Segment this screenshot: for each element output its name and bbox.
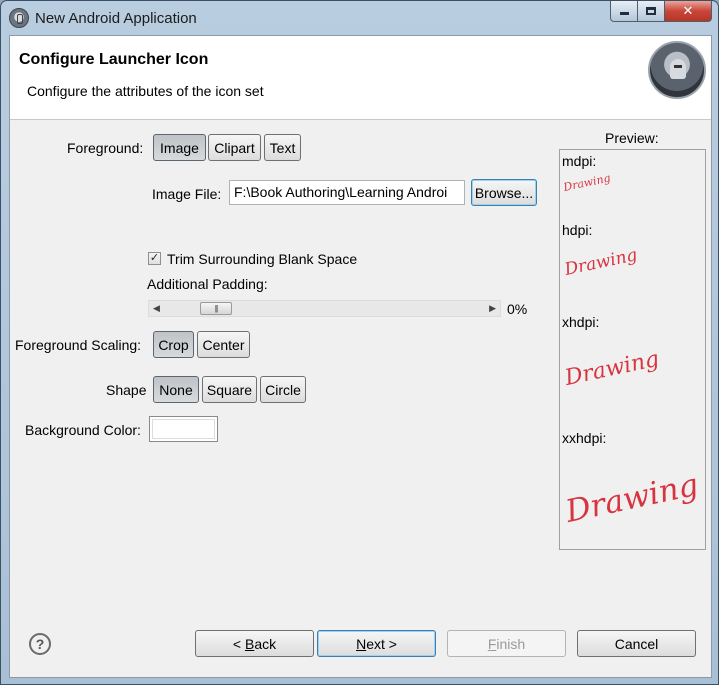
scaling-crop-button[interactable]: Crop — [153, 331, 194, 358]
finish-button[interactable]: Finish — [447, 630, 566, 657]
padding-label: Additional Padding: — [147, 276, 268, 292]
window-title: New Android Application — [35, 10, 197, 27]
scaling-center-button[interactable]: Center — [197, 331, 250, 358]
image-file-label: Image File: — [152, 186, 222, 202]
minimize-icon — [619, 12, 629, 15]
shape-label: Shape — [106, 382, 147, 398]
scaling-label: Foreground Scaling: — [15, 337, 142, 353]
preview-xxhdpi-image: Drawing — [562, 466, 702, 530]
cancel-button[interactable]: Cancel — [577, 630, 696, 657]
window-controls: ✕ — [610, 1, 712, 22]
padding-slider[interactable]: ◀ ||| ▶ — [148, 300, 501, 317]
wizard-header: Configure Launcher Icon Configure the at… — [10, 36, 711, 120]
finish-rest: inish — [496, 635, 526, 652]
finish-accel: F — [487, 635, 497, 652]
preview-mdpi-label: mdpi: — [562, 153, 597, 169]
preview-xhdpi-image: Drawing — [562, 346, 662, 391]
close-button[interactable]: ✕ — [665, 1, 712, 22]
next-rest: ext > — [366, 635, 397, 652]
eclipse-app-icon — [9, 8, 29, 28]
padding-value: 0% — [507, 301, 528, 317]
maximize-button[interactable] — [638, 1, 665, 22]
background-color-label: Background Color: — [25, 422, 141, 438]
foreground-image-button[interactable]: Image — [153, 134, 206, 161]
minimize-button[interactable] — [610, 1, 638, 22]
dialog-window: New Android Application ✕ Configure Laun… — [0, 0, 719, 685]
foreground-clipart-button[interactable]: Clipart — [208, 134, 261, 161]
preview-hdpi-image: Drawing — [562, 245, 640, 280]
back-button[interactable]: < Back — [195, 630, 314, 657]
help-icon[interactable]: ? — [29, 633, 51, 655]
page-description: Configure the attributes of the icon set — [27, 83, 264, 99]
page-title: Configure Launcher Icon — [19, 51, 209, 68]
preview-title: Preview: — [605, 130, 659, 146]
foreground-text-button[interactable]: Text — [264, 134, 301, 161]
maximize-icon — [646, 7, 656, 15]
close-icon: ✕ — [682, 3, 694, 18]
background-color-swatch[interactable] — [149, 416, 218, 442]
shape-circle-button[interactable]: Circle — [260, 376, 306, 403]
back-rest: ack — [254, 635, 277, 652]
preview-panel: mdpi: Drawing hdpi: Drawing xhdpi: Drawi… — [559, 149, 706, 550]
preview-hdpi-label: hdpi: — [562, 222, 593, 238]
slider-thumb[interactable]: ||| — [200, 302, 232, 315]
next-accel: N — [356, 635, 367, 652]
next-button[interactable]: Next > — [317, 630, 436, 657]
dialog-client-area: Configure Launcher Icon Configure the at… — [9, 35, 712, 678]
slider-right-arrow-icon[interactable]: ▶ — [489, 303, 496, 314]
shape-square-button[interactable]: Square — [202, 376, 257, 403]
preview-mdpi-image: Drawing — [562, 171, 612, 194]
slider-left-arrow-icon[interactable]: ◀ — [153, 303, 160, 314]
trim-checkbox[interactable]: ✓ — [148, 252, 161, 265]
trim-label[interactable]: Trim Surrounding Blank Space — [167, 251, 357, 267]
back-accel: B — [244, 635, 255, 652]
preview-xhdpi-label: xhdpi: — [562, 314, 600, 330]
image-file-input[interactable]: F:\Book Authoring\Learning Androi — [229, 180, 465, 205]
back-prefix: < — [232, 635, 245, 652]
preview-xxhdpi-label: xxhdpi: — [562, 430, 607, 446]
title-bar[interactable]: New Android Application ✕ — [1, 1, 718, 35]
shape-none-button[interactable]: None — [153, 376, 199, 403]
foreground-label: Foreground: — [67, 140, 144, 156]
browse-button[interactable]: Browse... — [471, 179, 537, 206]
android-logo-icon — [648, 41, 706, 99]
